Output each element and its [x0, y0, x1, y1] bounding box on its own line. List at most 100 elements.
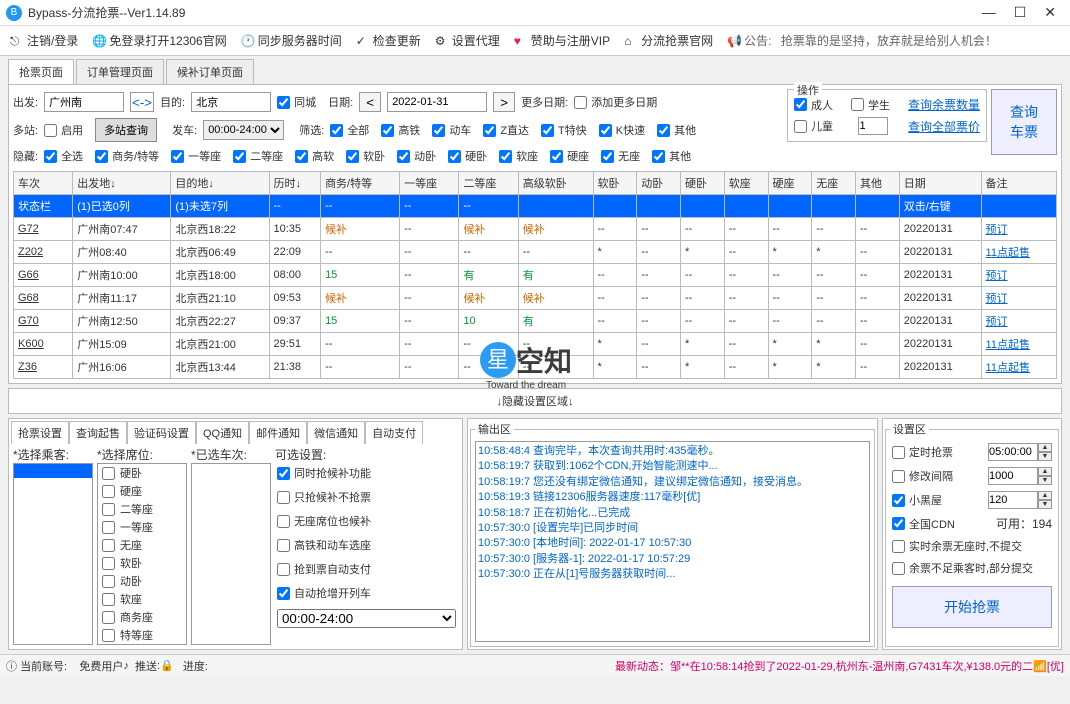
btab-captcha[interactable]: 验证码设置: [127, 421, 196, 444]
interval-checkbox[interactable]: [892, 470, 905, 483]
seat-item[interactable]: 软卧: [98, 554, 186, 572]
depart-select[interactable]: 00:00-24:00: [203, 120, 284, 140]
btab-qq[interactable]: QQ通知: [196, 421, 249, 444]
official-site-button[interactable]: ⌂分流抢票官网: [620, 30, 717, 51]
col-header[interactable]: 目的地↓: [171, 172, 269, 195]
btab-mail[interactable]: 邮件通知: [249, 421, 307, 444]
hide-dw-checkbox[interactable]: [397, 150, 410, 163]
tab-ticket[interactable]: 抢票页面: [8, 59, 74, 84]
book-link[interactable]: 预订: [986, 293, 1008, 305]
opt-auto-extra-checkbox[interactable]: [277, 587, 290, 600]
seat-item[interactable]: 无座: [98, 536, 186, 554]
enable-multi-checkbox[interactable]: [44, 124, 57, 137]
hide-sw-checkbox[interactable]: [95, 150, 108, 163]
col-header[interactable]: 历时↓: [269, 172, 321, 195]
book-link[interactable]: 11点起售: [986, 339, 1030, 351]
close-button[interactable]: ✕: [1044, 4, 1056, 21]
table-row[interactable]: Z36广州16:06北京西13:4421:38--------*--*--**-…: [14, 356, 1057, 379]
to-input[interactable]: [191, 92, 271, 112]
btab-wechat[interactable]: 微信通知: [307, 421, 365, 444]
table-row[interactable]: Z202广州08:40北京西06:4922:09--------*--*--**…: [14, 241, 1057, 264]
opt-standing-waitlist-checkbox[interactable]: [277, 515, 290, 528]
table-row[interactable]: 状态栏(1)已选0列(1)未选7列--------双击/右键: [14, 195, 1057, 218]
seat-item[interactable]: 软座: [98, 590, 186, 608]
col-header[interactable]: 车次: [14, 172, 73, 195]
filter-gaotie-checkbox[interactable]: [381, 124, 394, 137]
btab-grab[interactable]: 抢票设置: [11, 421, 69, 444]
seat-item[interactable]: 商务座: [98, 608, 186, 626]
table-row[interactable]: G70广州南12:50北京西22:2709:3715--10有---------…: [14, 310, 1057, 333]
col-header[interactable]: 其他: [856, 172, 900, 195]
filter-tekuai-checkbox[interactable]: [541, 124, 554, 137]
date-next-button[interactable]: >: [493, 92, 515, 112]
adult-checkbox[interactable]: [794, 98, 807, 111]
col-header[interactable]: 日期: [899, 172, 981, 195]
btab-autopay[interactable]: 自动支付: [365, 421, 423, 444]
opt-autopay-checkbox[interactable]: [277, 563, 290, 576]
hide-rz-checkbox[interactable]: [499, 150, 512, 163]
swap-button[interactable]: <->: [130, 92, 154, 112]
table-row[interactable]: G72广州南07:47北京西18:2210:35候补--候补候补--------…: [14, 218, 1057, 241]
child-count-input[interactable]: [858, 117, 888, 135]
student-checkbox[interactable]: [851, 98, 864, 111]
hide-ed-checkbox[interactable]: [233, 150, 246, 163]
query-remain-link[interactable]: 查询余票数量: [908, 96, 980, 113]
book-link[interactable]: 预订: [986, 316, 1008, 328]
seat-item[interactable]: 动卧: [98, 572, 186, 590]
book-link[interactable]: 预订: [986, 224, 1008, 236]
col-header[interactable]: 一等座: [400, 172, 459, 195]
btab-presale[interactable]: 查询起售: [69, 421, 127, 444]
sync-time-button[interactable]: 🕐同步服务器时间: [237, 30, 346, 51]
tab-waitlist[interactable]: 候补订单页面: [166, 59, 254, 84]
open-12306-button[interactable]: 🌐免登录打开12306官网: [88, 30, 230, 51]
hide-all-checkbox[interactable]: [44, 150, 57, 163]
hide-gr-checkbox[interactable]: [295, 150, 308, 163]
seat-list[interactable]: 硬卧硬座二等座一等座无座软卧动卧软座商务座特等座: [97, 463, 187, 645]
opt-seat-select-checkbox[interactable]: [277, 539, 290, 552]
book-link[interactable]: 预订: [986, 270, 1008, 282]
multi-query-button[interactable]: 多站查询: [95, 118, 157, 142]
passenger-list[interactable]: [13, 463, 93, 645]
col-header[interactable]: 高级软卧: [518, 172, 593, 195]
filter-dongche-checkbox[interactable]: [432, 124, 445, 137]
from-input[interactable]: [44, 92, 124, 112]
hide-wz-checkbox[interactable]: [601, 150, 614, 163]
book-link[interactable]: 11点起售: [986, 247, 1030, 259]
col-header[interactable]: 动卧: [637, 172, 681, 195]
add-more-dates-checkbox[interactable]: [574, 96, 587, 109]
seat-item[interactable]: 硬卧: [98, 464, 186, 482]
table-row[interactable]: G68广州南11:17北京西21:1009:53候补--候补候补--------…: [14, 287, 1057, 310]
seat-item[interactable]: 硬座: [98, 482, 186, 500]
spin-up[interactable]: ▲: [1038, 443, 1052, 452]
col-header[interactable]: 出发地↓: [73, 172, 171, 195]
col-header[interactable]: 软座: [724, 172, 768, 195]
hide-yw-checkbox[interactable]: [448, 150, 461, 163]
tab-orders[interactable]: 订单管理页面: [76, 59, 164, 84]
hide-rw-checkbox[interactable]: [346, 150, 359, 163]
opt-waitlist-checkbox[interactable]: [277, 467, 290, 480]
hide-yd-checkbox[interactable]: [171, 150, 184, 163]
col-header[interactable]: 备注: [981, 172, 1056, 195]
set-proxy-button[interactable]: ⚙设置代理: [431, 30, 504, 51]
blackroom-checkbox[interactable]: [892, 494, 905, 507]
start-grab-button[interactable]: 开始抢票: [892, 586, 1052, 628]
col-header[interactable]: 商务/特等: [321, 172, 400, 195]
realtime-checkbox[interactable]: [892, 540, 905, 553]
maximize-button[interactable]: ☐: [1014, 4, 1027, 21]
filter-zhida-checkbox[interactable]: [483, 124, 496, 137]
col-header[interactable]: 软卧: [593, 172, 637, 195]
timed-grab-input[interactable]: [988, 443, 1038, 461]
timed-grab-checkbox[interactable]: [892, 446, 905, 459]
filter-qita-checkbox[interactable]: [657, 124, 670, 137]
filter-kuaisu-checkbox[interactable]: [599, 124, 612, 137]
child-checkbox[interactable]: [794, 120, 807, 133]
seat-item[interactable]: 特等座: [98, 626, 186, 644]
date-input[interactable]: [387, 92, 487, 112]
hide-qt-checkbox[interactable]: [652, 150, 665, 163]
col-header[interactable]: 硬卧: [681, 172, 725, 195]
cdn-checkbox[interactable]: [892, 517, 905, 530]
seat-item[interactable]: 一等座: [98, 518, 186, 536]
spin-down[interactable]: ▼: [1038, 452, 1052, 461]
seat-item[interactable]: 二等座: [98, 500, 186, 518]
logout-button[interactable]: ⎋注销/登录: [6, 30, 82, 51]
